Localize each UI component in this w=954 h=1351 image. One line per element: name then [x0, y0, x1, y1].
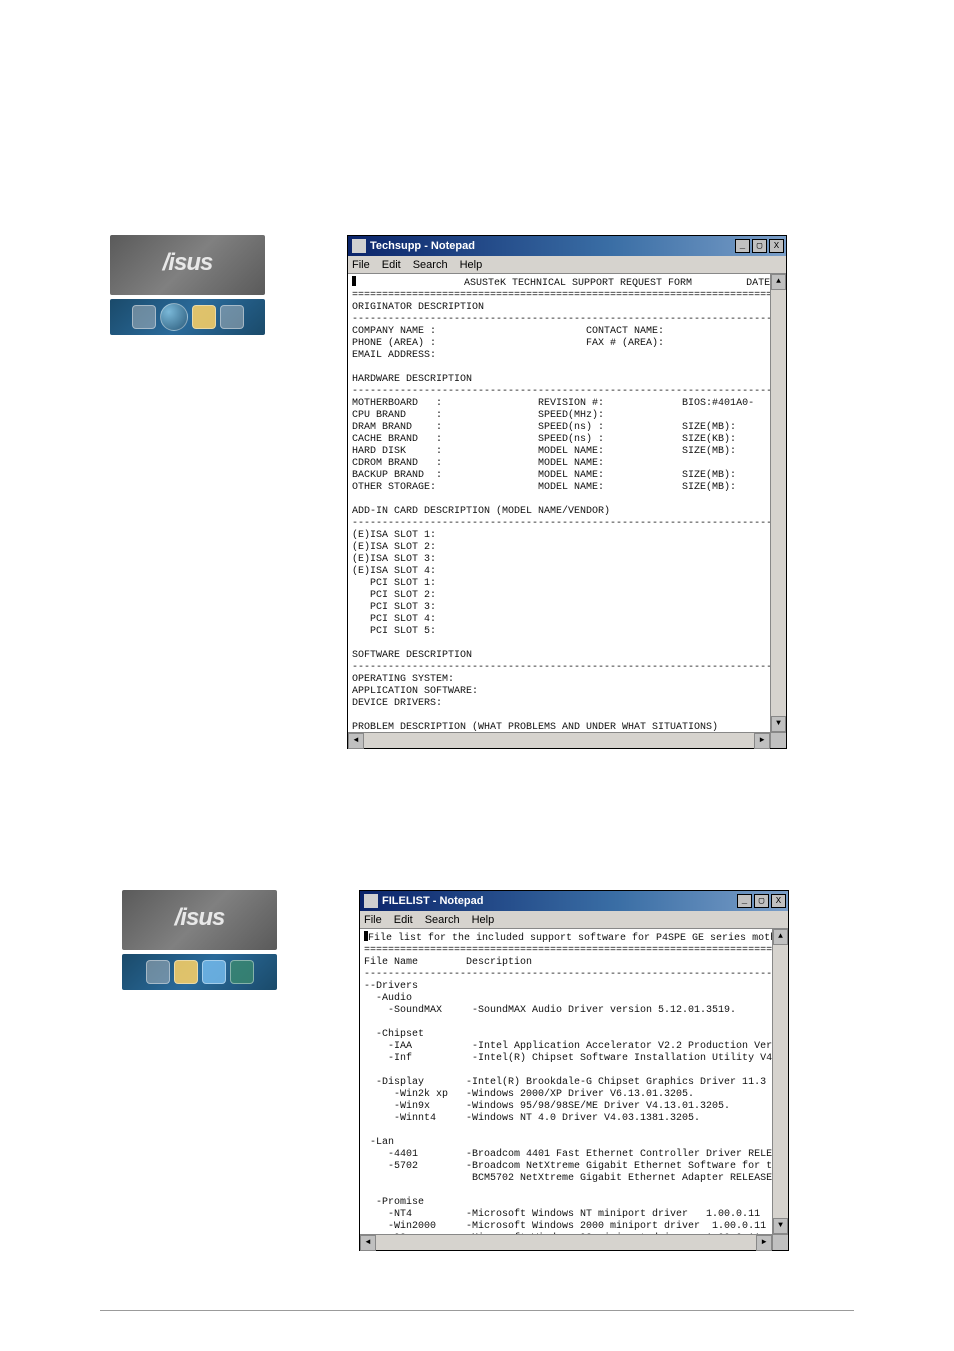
window-title: Techsupp - Notepad [370, 240, 475, 252]
scroll-right-button[interactable]: ► [756, 1235, 772, 1251]
scroll-up-button[interactable]: ▲ [771, 274, 786, 290]
menu-bar: File Edit Search Help [360, 911, 788, 929]
horizontal-scrollbar[interactable]: ◄ ► [360, 1234, 772, 1250]
scroll-up-button[interactable]: ▲ [773, 929, 788, 945]
scroll-down-button[interactable]: ▼ [773, 1218, 788, 1234]
autorun-icon-1[interactable] [146, 960, 170, 984]
titlebar[interactable]: FILELIST - Notepad _ ▢ X [360, 891, 788, 911]
app-icon [364, 894, 378, 908]
close-button[interactable]: X [771, 894, 786, 908]
window-title: FILELIST - Notepad [382, 895, 483, 907]
text-area[interactable]: ASUSTeK TECHNICAL SUPPORT REQUEST FORM D… [348, 274, 770, 732]
globe-icon[interactable] [160, 303, 188, 331]
minimize-button[interactable]: _ [735, 239, 750, 253]
vertical-scrollbar[interactable]: ▲ ▼ [772, 929, 788, 1234]
maximize-button[interactable]: ▢ [754, 894, 769, 908]
vertical-scrollbar[interactable]: ▲ ▼ [770, 274, 786, 732]
scroll-left-button[interactable]: ◄ [360, 1235, 376, 1251]
autorun-icon-bar [122, 954, 277, 990]
scroll-left-button[interactable]: ◄ [348, 733, 364, 749]
menu-search[interactable]: Search [413, 259, 448, 271]
menu-search[interactable]: Search [425, 914, 460, 926]
menu-edit[interactable]: Edit [394, 914, 413, 926]
menu-file[interactable]: File [364, 914, 382, 926]
app-icon [352, 239, 366, 253]
notepad-window-filelist: FILELIST - Notepad _ ▢ X File Edit Searc… [359, 890, 789, 1251]
menu-help[interactable]: Help [472, 914, 495, 926]
text-area[interactable]: File list for the included support softw… [360, 929, 772, 1234]
autorun-icon-1[interactable] [132, 305, 156, 329]
autorun-icon-3[interactable] [202, 960, 226, 984]
page-footer-rule [100, 1310, 854, 1311]
horizontal-scrollbar[interactable]: ◄ ► [348, 732, 770, 748]
notepad-window-techsupp: Techsupp - Notepad _ ▢ X File Edit Searc… [347, 235, 787, 749]
close-button[interactable]: X [769, 239, 784, 253]
titlebar[interactable]: Techsupp - Notepad _ ▢ X [348, 236, 786, 256]
asus-logo: /isus [110, 235, 265, 295]
autorun-icon-bar [110, 299, 265, 335]
autorun-icon-highlight[interactable] [174, 960, 198, 984]
resize-grip[interactable] [770, 732, 786, 748]
autorun-icon-highlight[interactable] [192, 305, 216, 329]
menu-help[interactable]: Help [460, 259, 483, 271]
autorun-icon-4[interactable] [220, 305, 244, 329]
resize-grip[interactable] [772, 1234, 788, 1250]
scroll-down-button[interactable]: ▼ [771, 716, 786, 732]
maximize-button[interactable]: ▢ [752, 239, 767, 253]
scroll-right-button[interactable]: ► [754, 733, 770, 749]
minimize-button[interactable]: _ [737, 894, 752, 908]
autorun-icon-4[interactable] [230, 960, 254, 984]
menu-file[interactable]: File [352, 259, 370, 271]
menu-edit[interactable]: Edit [382, 259, 401, 271]
menu-bar: File Edit Search Help [348, 256, 786, 274]
asus-logo: /isus [122, 890, 277, 950]
